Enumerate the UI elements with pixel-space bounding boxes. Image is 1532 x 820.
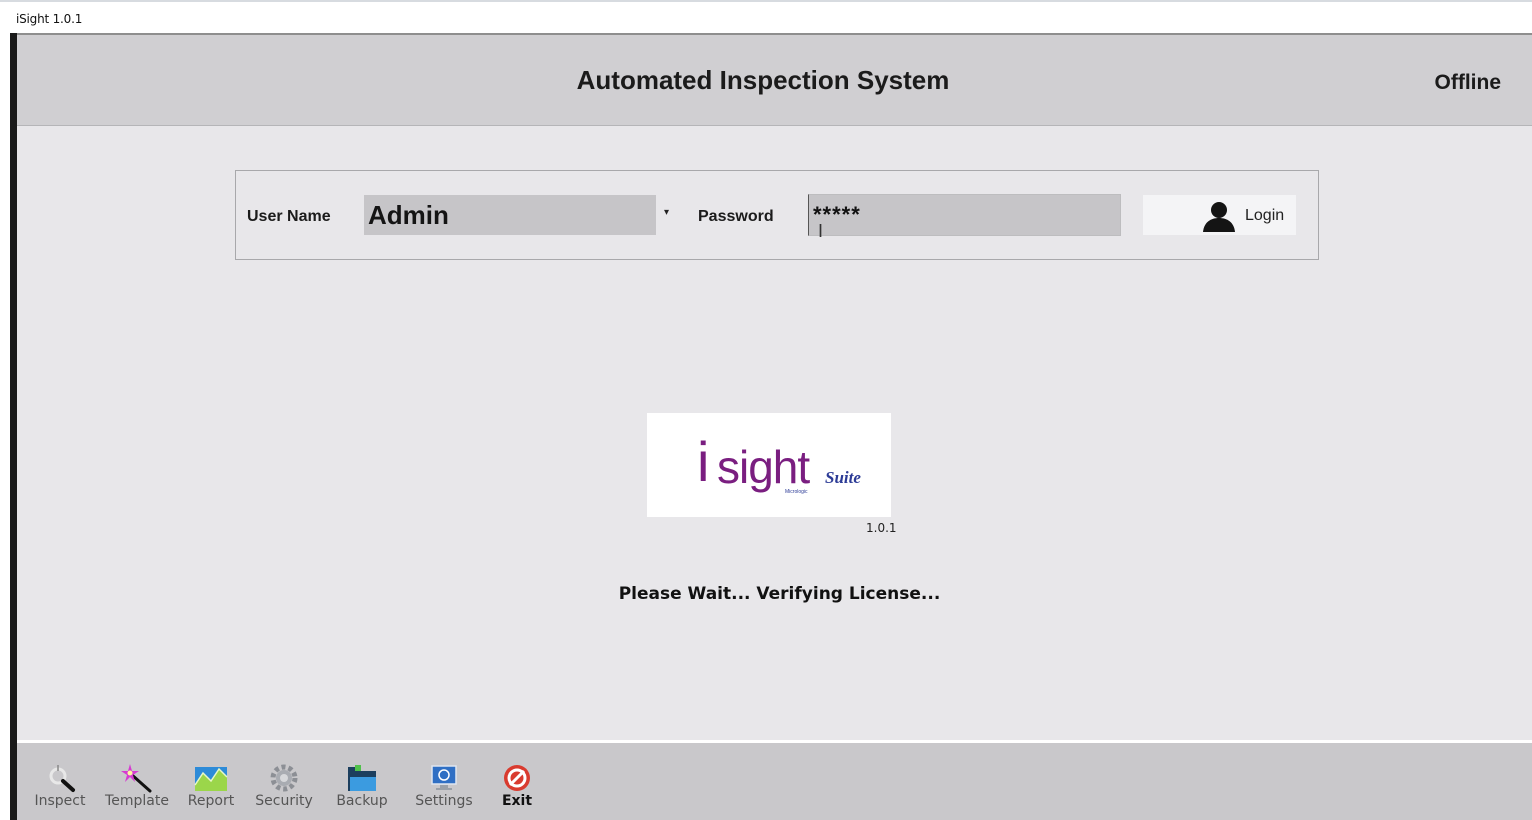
report-button[interactable]: Report [181,763,241,819]
user-icon [1203,202,1235,232]
inspect-label: Inspect [34,793,86,809]
license-status-message: Please Wait... Verifying License... [618,584,941,604]
bottom-toolbar: Inspect Template Report Security Backup … [17,740,1532,820]
app-title: Automated Inspection System [576,65,950,95]
connection-status: Offline [1434,71,1502,94]
login-button[interactable]: Login [1143,195,1296,235]
app-header: Automated Inspection System Offline [17,33,1532,126]
report-label: Report [187,793,235,809]
username-label: User Name [247,208,331,225]
logo-word-sight: sight [717,441,810,493]
backup-button[interactable]: Backup [331,763,393,819]
exit-button[interactable]: Exit [497,763,537,819]
logo-letter-i: i [697,430,710,493]
exit-label: Exit [501,793,533,809]
username-dropdown-arrow[interactable]: ▾ [664,207,669,218]
gear-icon [270,764,298,792]
magnifier-icon [49,765,75,792]
exit-icon [504,765,530,791]
window-title: iSight 1.0.1 [16,12,83,26]
main-area: User Name ▾ Password I Login i sight Sui… [17,126,1532,740]
login-label: Login [1245,207,1285,224]
logo-word-suite: Suite [825,468,861,487]
template-label: Template [105,793,169,809]
folder-icon [348,765,376,791]
inspect-button[interactable]: Inspect [27,763,93,819]
text-cursor-icon: I [818,221,824,241]
username-input[interactable] [364,195,656,235]
window-titlebar: iSight 1.0.1 [0,0,1532,33]
security-label: Security [255,793,313,809]
password-input[interactable] [808,194,1121,236]
settings-label: Settings [415,793,473,809]
window-left-border [10,33,17,820]
logo-tagline: Micrologic [785,489,808,495]
login-panel: User Name ▾ Password I Login [235,170,1319,260]
template-button[interactable]: Template [97,763,177,819]
password-label: Password [698,208,774,225]
version-label: 1.0.1 [866,521,897,535]
monitor-icon [431,765,457,790]
settings-button[interactable]: Settings [409,763,479,819]
magic-wand-icon [121,764,152,793]
security-button[interactable]: Security [249,763,319,819]
isight-suite-logo: i sight Suite Micrologic [647,413,891,517]
backup-label: Backup [336,793,388,809]
chart-icon [194,767,228,791]
